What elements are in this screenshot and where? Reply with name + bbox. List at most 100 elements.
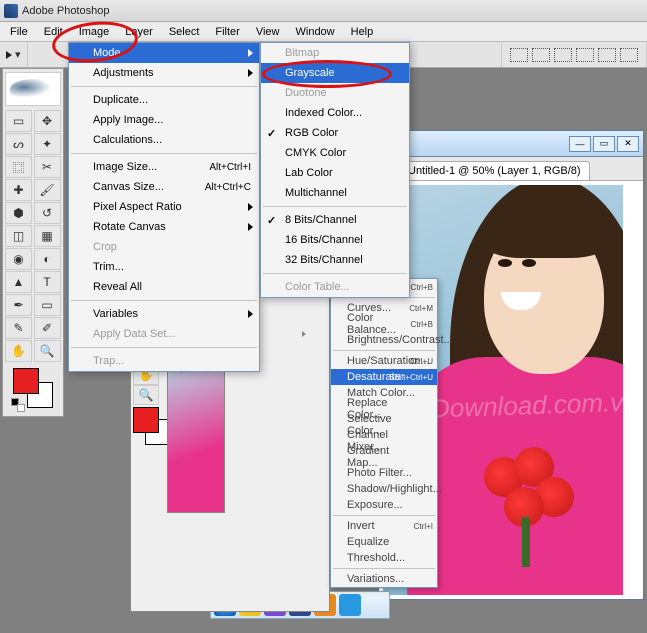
- mode-indexed[interactable]: Indexed Color...: [261, 103, 409, 123]
- bgwin-tool[interactable]: 🔍: [133, 385, 159, 405]
- default-colors-icon[interactable]: [11, 398, 25, 412]
- move-tool[interactable]: ✥: [34, 110, 61, 132]
- toolbox-header-icon: [5, 72, 61, 106]
- adj-shadow-highlight[interactable]: Shadow/Highlight...: [331, 481, 437, 497]
- adj-gradient-map[interactable]: Gradient Map...: [331, 449, 437, 465]
- titlebar: Adobe Photoshop: [0, 0, 647, 22]
- menu-image-size[interactable]: Image Size...Alt+Ctrl+I: [69, 157, 259, 177]
- menu-select[interactable]: Select: [161, 24, 208, 40]
- menu-trim[interactable]: Trim...: [69, 257, 259, 277]
- healing-tool[interactable]: ✚: [5, 179, 32, 201]
- type-tool[interactable]: T: [34, 271, 61, 293]
- adj-desaturate[interactable]: DesaturateShift+Ctrl+U: [331, 369, 437, 385]
- dodge-tool[interactable]: ◐: [34, 248, 61, 270]
- taskbar-skype-icon[interactable]: [339, 594, 361, 616]
- foreground-color-swatch[interactable]: [13, 368, 39, 394]
- zoom-tool[interactable]: 🔍: [34, 340, 61, 362]
- shape-tool[interactable]: ▭: [34, 294, 61, 316]
- adj-brightness[interactable]: Brightness/Contrast...: [331, 332, 437, 348]
- menu-separator: [71, 153, 257, 154]
- adj-equalize[interactable]: Equalize: [331, 534, 437, 550]
- mode-8bit[interactable]: ✓8 Bits/Channel: [261, 210, 409, 230]
- bgwin-swatch[interactable]: [133, 407, 171, 445]
- options-align-group[interactable]: [502, 42, 647, 67]
- adj-exposure[interactable]: Exposure...: [331, 497, 437, 513]
- menu-separator: [71, 86, 257, 87]
- stamp-tool[interactable]: ⬢: [5, 202, 32, 224]
- menubar: File Edit Image Layer Select Filter View…: [0, 22, 647, 42]
- menu-adjustments[interactable]: Adjustments: [69, 63, 259, 83]
- menu-reveal-all[interactable]: Reveal All: [69, 277, 259, 297]
- document-titlebar[interactable]: — ▭ ✕: [379, 131, 643, 157]
- brush-tool[interactable]: 🖌: [34, 179, 61, 201]
- mode-color-table: Color Table...: [261, 277, 409, 297]
- toolbox: ▭ ✥ ᔕ ✦ ⿴ ✂ ✚ 🖌 ⬢ ↺ ◫ ▦ ◉ ◐ ▲ T ✒ ▭ ✎ ✐ …: [2, 68, 64, 417]
- adj-hue-sat[interactable]: Hue/Saturation...Ctrl+U: [331, 353, 437, 369]
- mode-rgb[interactable]: ✓RGB Color: [261, 123, 409, 143]
- mode-cmyk[interactable]: CMYK Color: [261, 143, 409, 163]
- notes-tool[interactable]: ✎: [5, 317, 32, 339]
- menu-filter[interactable]: Filter: [207, 24, 247, 40]
- menu-apply-image[interactable]: Apply Image...: [69, 110, 259, 130]
- eyedropper-tool[interactable]: ✐: [34, 317, 61, 339]
- pen-tool[interactable]: ✒: [5, 294, 32, 316]
- menu-help[interactable]: Help: [343, 24, 382, 40]
- path-select-tool[interactable]: ▲: [5, 271, 32, 293]
- menu-view[interactable]: View: [248, 24, 288, 40]
- options-tool-preset[interactable]: ▾: [0, 42, 28, 67]
- slice-tool[interactable]: ✂: [34, 156, 61, 178]
- crop-tool[interactable]: ⿴: [5, 156, 32, 178]
- menu-separator: [333, 350, 435, 351]
- app-title: Adobe Photoshop: [22, 5, 109, 17]
- menu-duplicate[interactable]: Duplicate...: [69, 90, 259, 110]
- adj-variations[interactable]: Variations...: [331, 571, 437, 587]
- menu-calculations[interactable]: Calculations...: [69, 130, 259, 150]
- document-tab-row: Untitled-1 @ 50% (Layer 1, RGB/8): [379, 157, 643, 181]
- menu-variables[interactable]: Variables: [69, 304, 259, 324]
- mode-bitmap: Bitmap: [261, 43, 409, 63]
- menu-separator: [71, 347, 257, 348]
- submenu-arrow-icon: [248, 203, 253, 211]
- lasso-tool[interactable]: ᔕ: [5, 133, 32, 155]
- check-icon: ✓: [267, 127, 276, 140]
- menu-trap: Trap...: [69, 351, 259, 371]
- foreground-color-swatch[interactable]: [133, 407, 159, 433]
- mode-multichannel[interactable]: Multichannel: [261, 183, 409, 203]
- blur-tool[interactable]: ◉: [5, 248, 32, 270]
- hand-tool[interactable]: ✋: [5, 340, 32, 362]
- menu-layer[interactable]: Layer: [117, 24, 161, 40]
- menu-rotate-canvas[interactable]: Rotate Canvas: [69, 217, 259, 237]
- menu-separator: [263, 206, 407, 207]
- menu-canvas-size[interactable]: Canvas Size...Alt+Ctrl+C: [69, 177, 259, 197]
- menu-edit[interactable]: Edit: [36, 24, 71, 40]
- mode-lab[interactable]: Lab Color: [261, 163, 409, 183]
- menu-separator: [263, 273, 407, 274]
- adj-invert[interactable]: InvertCtrl+I: [331, 518, 437, 534]
- bgwin-image-thumb: [167, 363, 225, 513]
- adj-color-balance[interactable]: Color Balance...Ctrl+B: [331, 316, 437, 332]
- menu-image[interactable]: Image: [71, 24, 118, 40]
- menu-separator: [333, 515, 435, 516]
- menu-file[interactable]: File: [2, 24, 36, 40]
- history-brush-tool[interactable]: ↺: [34, 202, 61, 224]
- menu-window[interactable]: Window: [288, 24, 343, 40]
- gradient-tool[interactable]: ▦: [34, 225, 61, 247]
- document-tab[interactable]: Untitled-1 @ 50% (Layer 1, RGB/8): [383, 161, 590, 180]
- adj-photo-filter[interactable]: Photo Filter...: [331, 465, 437, 481]
- adj-threshold[interactable]: Threshold...: [331, 550, 437, 566]
- minimize-button[interactable]: —: [569, 136, 591, 152]
- submenu-arrow-icon: [248, 69, 253, 77]
- marquee-tool[interactable]: ▭: [5, 110, 32, 132]
- mode-16bit[interactable]: 16 Bits/Channel: [261, 230, 409, 250]
- submenu-arrow-icon: [248, 310, 253, 318]
- close-button[interactable]: ✕: [617, 136, 639, 152]
- mode-grayscale[interactable]: Grayscale: [261, 63, 409, 83]
- menu-pixel-aspect[interactable]: Pixel Aspect Ratio: [69, 197, 259, 217]
- color-swatch[interactable]: [13, 368, 53, 408]
- eraser-tool[interactable]: ◫: [5, 225, 32, 247]
- watermark-text: Download.com.vn: [431, 386, 623, 424]
- mode-32bit[interactable]: 32 Bits/Channel: [261, 250, 409, 270]
- menu-mode[interactable]: Mode: [69, 43, 259, 63]
- magic-wand-tool[interactable]: ✦: [34, 133, 61, 155]
- maximize-button[interactable]: ▭: [593, 136, 615, 152]
